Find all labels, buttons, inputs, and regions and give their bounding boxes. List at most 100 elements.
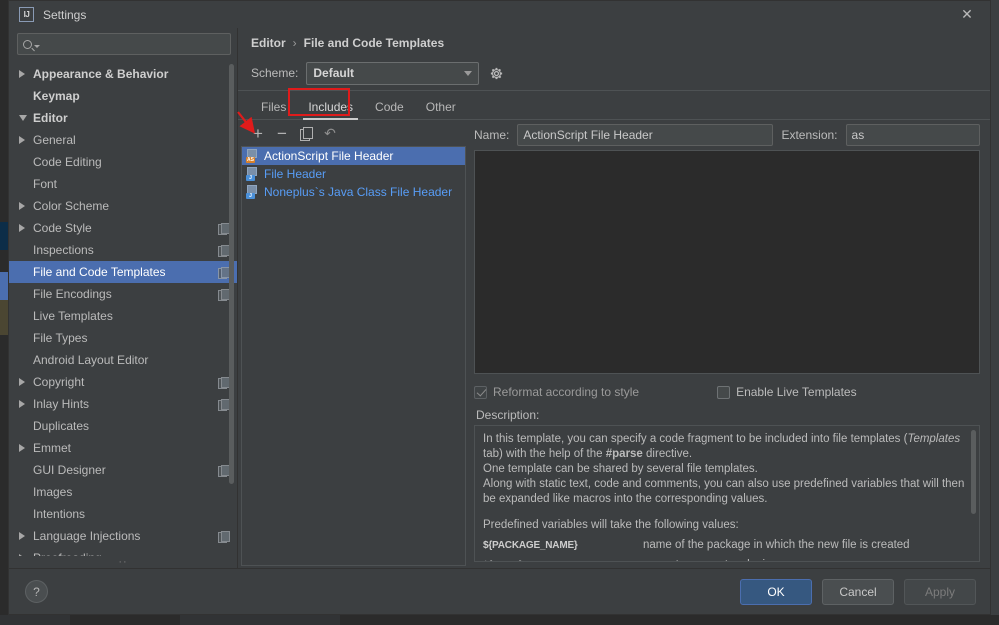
search-icon	[23, 39, 32, 49]
remove-template-button[interactable]: −	[271, 122, 293, 144]
tab-files[interactable]: Files	[250, 95, 297, 119]
reformat-checkbox[interactable]: Reformat according to style	[474, 385, 639, 399]
breadcrumb-separator: ›	[292, 36, 297, 50]
chevron-right-icon[interactable]	[19, 202, 33, 210]
search-input[interactable]	[40, 36, 225, 52]
bg-status-left	[0, 615, 70, 625]
sidebar-item-color-scheme[interactable]: Color Scheme	[9, 195, 237, 217]
sidebar-item-emmet[interactable]: Emmet	[9, 437, 237, 459]
scheme-value: Default	[313, 66, 355, 80]
sidebar-item-inlay-hints[interactable]: Inlay Hints	[9, 393, 237, 415]
desc-l1-b: tab) with the help of the	[483, 448, 606, 460]
sidebar-item-label: Live Templates	[33, 309, 113, 323]
chevron-right-icon[interactable]	[19, 378, 33, 386]
template-extension-input[interactable]: as	[845, 124, 980, 146]
scheme-row: Scheme: Default	[238, 58, 990, 88]
sidebar-item-code-editing[interactable]: Code Editing	[9, 151, 237, 173]
bg-status-right	[340, 615, 999, 625]
copy-to-project-icon[interactable]	[218, 376, 230, 389]
copy-to-project-icon[interactable]	[218, 530, 230, 543]
copy-to-project-icon[interactable]	[218, 244, 230, 257]
description-variable-desc: current user system login name	[643, 558, 803, 561]
copy-to-project-icon[interactable]	[218, 288, 230, 301]
chevron-down-icon[interactable]	[19, 115, 33, 121]
copy-template-button[interactable]	[295, 122, 317, 144]
sidebar-item-file-types[interactable]: File Types	[9, 327, 237, 349]
template-list-item[interactable]: AS ActionScript File Header	[242, 147, 465, 165]
template-list-item[interactable]: J Noneplus`s Java Class File Header	[242, 183, 465, 201]
sidebar-item-label: General	[33, 133, 76, 147]
cancel-button[interactable]: Cancel	[822, 578, 894, 605]
plus-icon: +	[253, 123, 263, 143]
close-icon[interactable]: ✕	[944, 1, 990, 28]
copy-to-project-icon[interactable]	[218, 266, 230, 279]
chevron-right-icon[interactable]	[19, 532, 33, 540]
chevron-down-icon	[464, 70, 473, 76]
sidebar-item-gui-designer[interactable]: GUI Designer	[9, 459, 237, 481]
template-list[interactable]: AS ActionScript File Header J File Header J N…	[241, 146, 466, 566]
description-scrollbar[interactable]	[971, 430, 976, 514]
copy-to-project-icon[interactable]	[218, 464, 230, 477]
sidebar-item-general[interactable]: General	[9, 129, 237, 151]
sidebar-item-appearance-behavior[interactable]: Appearance & Behavior	[9, 63, 237, 85]
sidebar-item-file-encodings[interactable]: File Encodings	[9, 283, 237, 305]
add-template-button[interactable]: +	[247, 122, 269, 144]
sidebar-item-proofreading[interactable]: Proofreading	[9, 547, 237, 556]
sidebar-scrollbar[interactable]	[229, 64, 234, 484]
chevron-right-icon[interactable]	[19, 70, 33, 78]
chevron-right-icon[interactable]	[19, 136, 33, 144]
chevron-right-icon[interactable]	[19, 224, 33, 232]
live-templates-checkbox[interactable]: Enable Live Templates	[717, 385, 857, 399]
dialog-titlebar: IJ Settings ✕	[9, 1, 990, 28]
scheme-label: Scheme:	[251, 66, 299, 80]
chevron-right-icon[interactable]	[19, 554, 33, 556]
sidebar-item-intentions[interactable]: Intentions	[9, 503, 237, 525]
template-code-editor[interactable]	[474, 150, 980, 374]
sidebar-item-label: Appearance & Behavior	[33, 67, 169, 81]
sidebar-item-copyright[interactable]: Copyright	[9, 371, 237, 393]
sidebar-item-duplicates[interactable]: Duplicates	[9, 415, 237, 437]
sidebar-search-wrap	[9, 28, 237, 62]
chevron-right-icon[interactable]	[19, 400, 33, 408]
ok-button[interactable]: OK	[740, 578, 812, 605]
search-box[interactable]	[17, 33, 231, 55]
sidebar-item-inspections[interactable]: Inspections	[9, 239, 237, 261]
copy-to-project-icon[interactable]	[218, 222, 230, 235]
sidebar-item-android-layout-editor[interactable]: Android Layout Editor	[9, 349, 237, 371]
sidebar-item-font[interactable]: Font	[9, 173, 237, 195]
footer-buttons: OK Cancel Apply	[740, 578, 976, 605]
copy-icon	[300, 127, 313, 141]
description-variable-row: ${USER}current user system login name	[483, 558, 969, 561]
copy-to-project-icon[interactable]	[218, 398, 230, 411]
template-list-item[interactable]: J File Header	[242, 165, 465, 183]
sidebar-item-keymap[interactable]: Keymap	[9, 85, 237, 107]
settings-tree-rows: Appearance & Behavior Keymap Editor General…	[9, 63, 237, 556]
template-list-toolbar: + − ↶	[241, 120, 466, 146]
breadcrumb-parent[interactable]: Editor	[251, 36, 286, 50]
sidebar-item-live-templates[interactable]: Live Templates	[9, 305, 237, 327]
templates-split: + − ↶ AS ActionScript File Header J File He…	[238, 120, 990, 568]
sidebar-item-code-style[interactable]: Code Style	[9, 217, 237, 239]
tab-other[interactable]: Other	[415, 95, 467, 119]
help-button[interactable]: ?	[25, 580, 48, 603]
description-variable-name: ${PACKAGE_NAME}	[483, 540, 578, 551]
sidebar-item-language-injections[interactable]: Language Injections	[9, 525, 237, 547]
desc-l1-c: directive.	[642, 448, 693, 460]
tab-code[interactable]: Code	[364, 95, 415, 119]
reset-template-button[interactable]: ↶	[319, 122, 341, 144]
tab-includes[interactable]: Includes	[297, 95, 364, 120]
sidebar-item-editor[interactable]: Editor	[9, 107, 237, 129]
sidebar-item-file-and-code-templates[interactable]: File and Code Templates	[9, 261, 237, 283]
scheme-dropdown[interactable]: Default	[306, 61, 480, 85]
sidebar-item-images[interactable]: Images	[9, 481, 237, 503]
desc-l1-a: In this template, you can specify a code…	[483, 433, 908, 445]
gear-icon[interactable]	[487, 64, 505, 82]
dialog-body: Appearance & Behavior Keymap Editor General…	[9, 28, 990, 568]
template-name-input[interactable]: ActionScript File Header	[517, 124, 774, 146]
sidebar-resize-handle[interactable]: ··	[9, 556, 237, 568]
settings-tree[interactable]: Appearance & Behavior Keymap Editor General…	[9, 62, 237, 556]
chevron-right-icon[interactable]	[19, 444, 33, 452]
desc-l1-bold: #parse	[605, 448, 643, 460]
description-gap	[483, 507, 969, 518]
apply-button: Apply	[904, 578, 976, 605]
